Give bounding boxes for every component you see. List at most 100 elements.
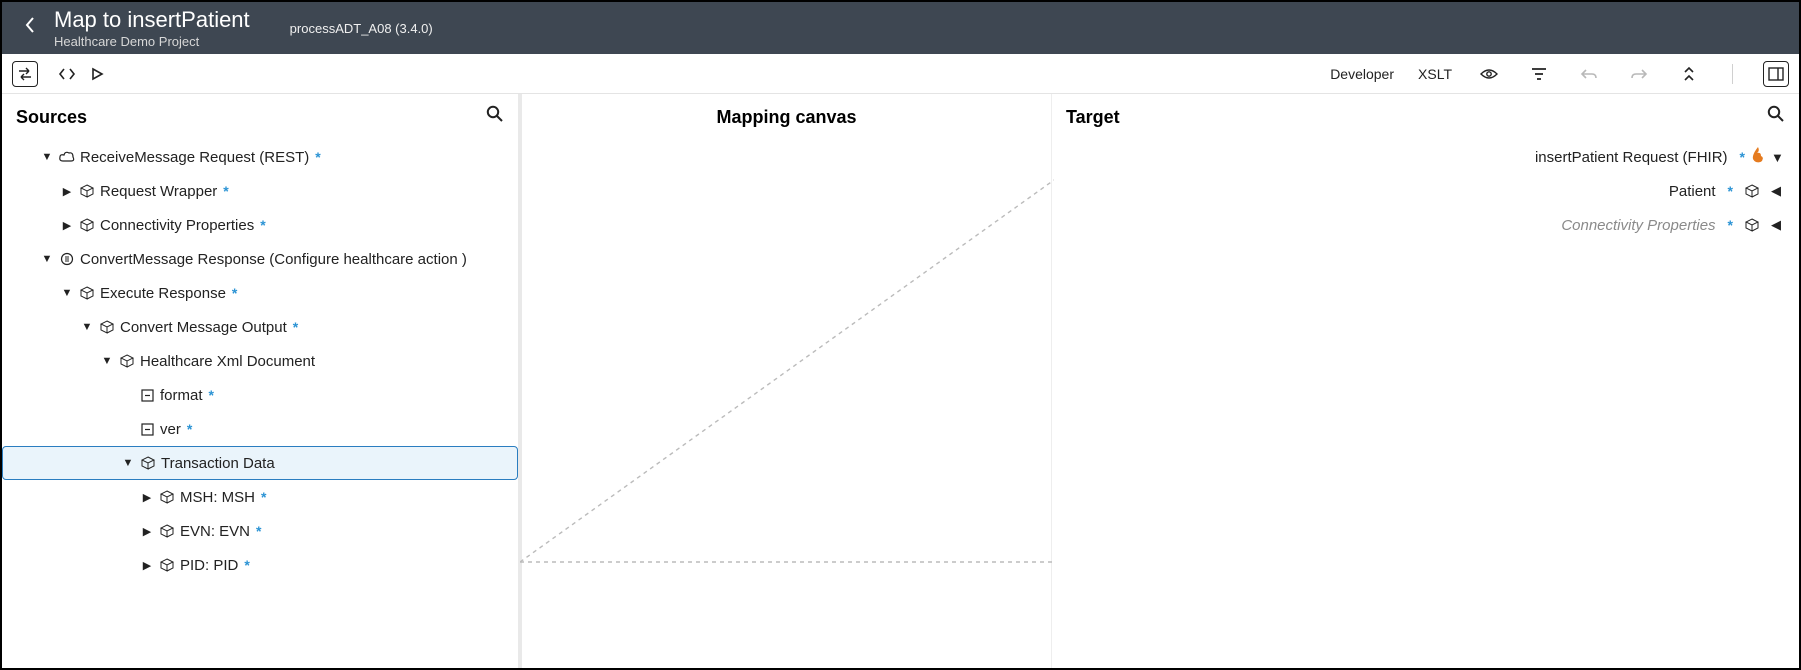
tree-label: ReceiveMessage Request (REST) <box>80 149 309 166</box>
mapped-marker: * <box>260 217 265 233</box>
tree-label: Execute Response <box>100 285 226 302</box>
cube-icon <box>118 354 136 368</box>
cube-icon <box>1743 218 1761 232</box>
tree-node-request-wrapper[interactable]: ▶ Request Wrapper * <box>2 174 518 208</box>
toolbar: Developer XSLT <box>2 54 1799 94</box>
mapped-marker: * <box>293 319 298 335</box>
caret-down-icon: ▼ <box>80 321 94 333</box>
cube-icon <box>158 558 176 572</box>
title-block: Map to insertPatient Healthcare Demo Pro… <box>54 7 250 49</box>
caret-right-icon: ▶ <box>140 491 154 504</box>
attribute-icon <box>138 423 156 436</box>
cube-icon <box>78 286 96 300</box>
tree-label: insertPatient Request (FHIR) <box>1535 149 1728 166</box>
caret-right-icon: ▶ <box>60 219 74 232</box>
tree-node-execute-response[interactable]: ▼ Execute Response * <box>2 276 518 310</box>
tree-label: ver <box>160 421 181 438</box>
caret-down-icon: ▼ <box>1771 150 1785 165</box>
caret-down-icon: ▼ <box>60 287 74 299</box>
xslt-toggle[interactable]: XSLT <box>1418 66 1452 82</box>
tree-label: EVN: EVN <box>180 523 250 540</box>
redo-button[interactable] <box>1626 61 1652 87</box>
cube-icon <box>78 218 96 232</box>
tree-label: Transaction Data <box>161 455 275 472</box>
caret-right-icon: ▶ <box>140 559 154 572</box>
cube-icon <box>98 320 116 334</box>
tree-node-healthcare-xml[interactable]: ▼ Healthcare Xml Document <box>2 344 518 378</box>
tree-label: ConvertMessage Response (Configure healt… <box>80 251 467 268</box>
target-title: Target <box>1066 107 1120 128</box>
caret-right-icon: ▶ <box>60 185 74 198</box>
sources-tree: ▼ ReceiveMessage Request (REST) * ▶ Requ… <box>2 140 518 582</box>
cube-icon <box>78 184 96 198</box>
cube-icon <box>139 456 157 470</box>
undo-button[interactable] <box>1576 61 1602 87</box>
mapped-marker: * <box>187 421 192 437</box>
mapped-marker: * <box>315 149 320 165</box>
caret-down-icon: ▼ <box>100 355 114 367</box>
cloud-icon <box>58 151 76 163</box>
mapped-marker: * <box>256 523 261 539</box>
response-icon <box>58 252 76 266</box>
mapped-marker: * <box>261 489 266 505</box>
cube-icon <box>158 490 176 504</box>
target-tree: insertPatient Request (FHIR) * ▼ Patient… <box>1052 140 1799 242</box>
tree-node-evn[interactable]: ▶ EVN: EVN * <box>2 514 518 548</box>
target-node-connectivity-properties[interactable]: Connectivity Properties * ◀ <box>1052 208 1799 242</box>
caret-left-icon: ◀ <box>1771 217 1785 233</box>
fhir-icon <box>1751 147 1765 167</box>
mapped-marker: * <box>1740 149 1745 165</box>
caret-right-icon: ▶ <box>140 525 154 538</box>
cube-icon <box>158 524 176 538</box>
collapse-all-button[interactable] <box>1676 61 1702 87</box>
target-node-patient[interactable]: Patient * ◀ <box>1052 174 1799 208</box>
caret-left-icon: ◀ <box>1771 183 1785 199</box>
tree-node-ver[interactable]: ver * <box>2 412 518 446</box>
mapped-marker: * <box>1728 183 1733 199</box>
mapped-marker: * <box>1728 217 1733 233</box>
project-subtitle: Healthcare Demo Project <box>54 34 250 49</box>
tree-node-convert-message[interactable]: ▼ ConvertMessage Response (Configure hea… <box>2 242 518 276</box>
caret-down-icon: ▼ <box>40 253 54 265</box>
tree-node-connectivity-properties[interactable]: ▶ Connectivity Properties * <box>2 208 518 242</box>
run-test-button[interactable] <box>84 61 110 87</box>
target-node-insert-patient[interactable]: insertPatient Request (FHIR) * ▼ <box>1052 140 1799 174</box>
app-header: Map to insertPatient Healthcare Demo Pro… <box>2 2 1799 54</box>
canvas-title: Mapping canvas <box>716 107 856 128</box>
tree-node-convert-output[interactable]: ▼ Convert Message Output * <box>2 310 518 344</box>
cube-icon <box>1743 184 1761 198</box>
mapped-marker: * <box>223 183 228 199</box>
tree-node-receive-message[interactable]: ▼ ReceiveMessage Request (REST) * <box>2 140 518 174</box>
tree-label: Convert Message Output <box>120 319 287 336</box>
caret-down-icon: ▼ <box>40 151 54 163</box>
sources-title: Sources <box>16 107 87 128</box>
target-panel: Target insertPatient Request (FHIR) * ▼ … <box>1052 94 1799 668</box>
search-sources-icon[interactable] <box>486 105 504 129</box>
tree-label: Request Wrapper <box>100 183 217 200</box>
back-button[interactable] <box>14 16 46 40</box>
integration-context: processADT_A08 (3.4.0) <box>290 21 433 36</box>
swap-direction-button[interactable] <box>12 61 38 87</box>
visibility-icon[interactable] <box>1476 61 1502 87</box>
caret-down-icon: ▼ <box>121 457 135 469</box>
code-view-button[interactable] <box>54 61 80 87</box>
tree-label: Connectivity Properties <box>100 217 254 234</box>
tree-node-transaction-data[interactable]: ▼ Transaction Data <box>2 446 518 480</box>
tree-node-pid[interactable]: ▶ PID: PID * <box>2 548 518 582</box>
filter-icon[interactable] <box>1526 61 1552 87</box>
tree-label: MSH: MSH <box>180 489 255 506</box>
panel-toggle-button[interactable] <box>1763 61 1789 87</box>
tree-node-msh[interactable]: ▶ MSH: MSH * <box>2 480 518 514</box>
mapping-canvas-panel: Mapping canvas <box>522 94 1052 668</box>
tree-label: Patient <box>1669 183 1716 200</box>
sources-panel: Sources ▼ ReceiveMessage Request (REST) … <box>2 94 522 668</box>
mapped-marker: * <box>209 387 214 403</box>
tree-label: format <box>160 387 203 404</box>
developer-toggle[interactable]: Developer <box>1330 66 1394 82</box>
tree-label: PID: PID <box>180 557 238 574</box>
mapped-marker: * <box>244 557 249 573</box>
tree-node-format[interactable]: format * <box>2 378 518 412</box>
search-target-icon[interactable] <box>1767 105 1785 129</box>
page-title: Map to insertPatient <box>54 7 250 33</box>
attribute-icon <box>138 389 156 402</box>
